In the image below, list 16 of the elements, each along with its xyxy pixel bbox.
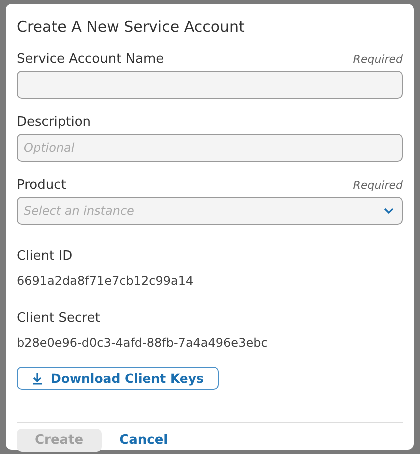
description-field[interactable]: Optional bbox=[17, 134, 403, 162]
download-button[interactable]: Download Client Keys bbox=[17, 367, 219, 390]
info-value: b28e0e96-d0c3-4afd-88fb-7a4a496e3ebc bbox=[17, 336, 268, 350]
field-label: Product bbox=[17, 178, 66, 193]
field-label: Description bbox=[17, 115, 92, 130]
download-icon bbox=[32, 372, 43, 385]
info-label: Client ID bbox=[17, 249, 74, 264]
chevron-down-icon bbox=[384, 208, 394, 214]
required-note: Required bbox=[353, 53, 403, 66]
required-note: Required bbox=[353, 179, 403, 192]
field-label: Service Account Name bbox=[17, 52, 164, 67]
info-label: Client Secret bbox=[17, 311, 102, 326]
name-field[interactable] bbox=[17, 71, 403, 99]
info-value: 6691a2da8f71e7cb12c99a14 bbox=[17, 274, 194, 288]
cancel-button[interactable]: Cancel bbox=[118, 429, 170, 452]
dialog-title: Create A New Service Account bbox=[17, 18, 246, 36]
